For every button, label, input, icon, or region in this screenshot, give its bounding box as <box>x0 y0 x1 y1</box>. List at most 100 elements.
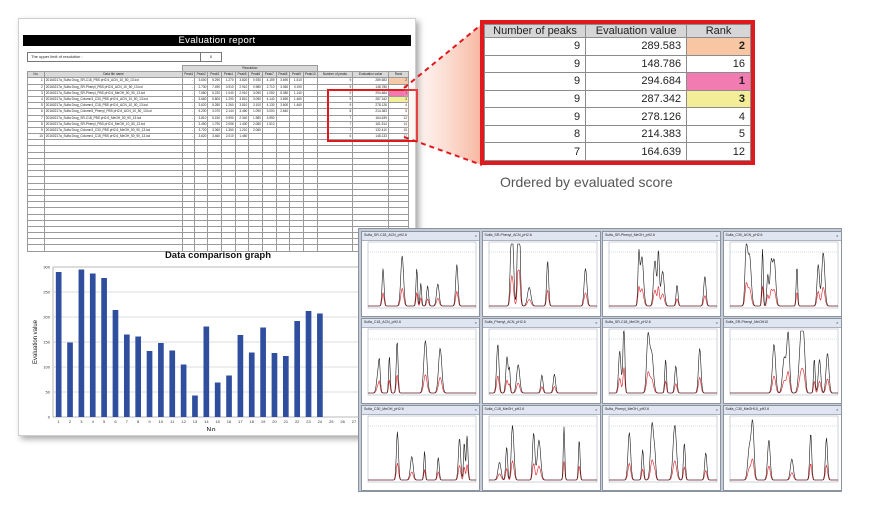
chromatogram-plot <box>367 241 477 309</box>
rank-cell: 1 <box>686 72 751 91</box>
close-icon[interactable]: × <box>716 407 718 412</box>
chromatogram-window[interactable]: Sulfa_SR-C18_MeOH_pH2.6 × <box>602 318 721 404</box>
rank-cell: 3 <box>686 89 751 109</box>
chromatogram-window[interactable]: Sulfa_SR-C18_ACN_pH2.6 × <box>361 231 480 317</box>
x-axis-label: No. <box>207 427 218 431</box>
chromatogram-window[interactable]: Sulfa_C30_MeOH_pH2.6 × <box>361 405 480 491</box>
peaks-cell: 8 <box>483 124 587 144</box>
x-tick-label: 26 <box>340 419 345 424</box>
x-tick-label: 11 <box>170 419 175 424</box>
bar <box>78 269 85 417</box>
score-cell: 294.684 <box>585 72 688 91</box>
score-cell: 278.126 <box>585 107 688 126</box>
window-title: Sulfa_Phenyl_MeOH_pH2.6 <box>605 407 649 411</box>
rank-cell: 5 <box>686 124 751 144</box>
bar <box>214 382 221 417</box>
score-cell: 214.383 <box>585 124 688 144</box>
chromatogram-plot <box>608 415 718 483</box>
x-tick-label: 20 <box>272 419 277 424</box>
y-tick-label: 250 <box>43 290 50 295</box>
peaks-cell: 9 <box>483 72 587 91</box>
window-title: Sulfa_SR-C18_MeOH_pH2.6 <box>605 320 651 324</box>
bar <box>294 321 301 417</box>
x-tick-label: 18 <box>250 419 255 424</box>
chromatogram-plot <box>488 328 597 396</box>
score-cell: 287.342 <box>585 89 688 109</box>
zoom-col-header: Rank <box>686 24 751 38</box>
x-tick-label: 5 <box>103 419 106 424</box>
chromatogram-plot <box>608 241 718 309</box>
close-icon[interactable]: × <box>836 407 838 412</box>
chromatogram-window[interactable]: Sulfa_Phenyl_ACN_pH2.6 × <box>481 318 601 404</box>
table-row[interactable]: 9 289.583 2 <box>483 37 751 56</box>
chromatogram-window[interactable]: Sulfa_C18_MeOH_pH2.6 × <box>481 405 601 491</box>
table-row[interactable]: 9 278.126 4 <box>483 107 751 126</box>
bar <box>135 336 142 417</box>
close-icon[interactable]: × <box>836 233 838 238</box>
x-tick-label: 19 <box>261 419 266 424</box>
chromatogram-plot <box>367 328 477 396</box>
y-tick-label: 150 <box>43 340 50 345</box>
x-tick-label: 1 <box>58 419 61 424</box>
close-icon[interactable]: × <box>595 233 597 238</box>
window-title: Sulfa_C30_MeOH10_pH2.6 <box>725 407 770 411</box>
chromatogram-window[interactable]: Sulfa_SR-Phenyl_MeOH_pH2.6 × <box>602 231 721 317</box>
close-icon[interactable]: × <box>475 407 477 412</box>
report-title: Evaluation report <box>23 35 411 46</box>
x-tick-label: 6 <box>114 419 117 424</box>
x-tick-label: 17 <box>238 419 243 424</box>
bar <box>67 342 73 417</box>
close-icon[interactable]: × <box>716 233 718 238</box>
x-tick-label: 4 <box>92 419 95 424</box>
close-icon[interactable]: × <box>836 320 838 325</box>
close-icon[interactable]: × <box>716 320 718 325</box>
bar <box>169 350 176 417</box>
bar <box>226 375 232 417</box>
chromatogram-window[interactable]: Sulfa_SR-Phenyl_MeOH10 × <box>722 318 842 404</box>
table-row[interactable]: 7 164.639 12 <box>483 142 751 161</box>
evaluation-report-sheet: Evaluation report The upper limit of res… <box>18 18 418 436</box>
chromatogram-plot <box>367 415 477 483</box>
report-col-header: Peak1 <box>182 71 195 79</box>
y-tick-label: 200 <box>43 315 50 320</box>
bar <box>317 313 323 417</box>
y-tick-label: 300 <box>43 265 50 270</box>
upper-limit-label: The upper limit of resolution : <box>31 54 83 59</box>
x-tick-label: 15 <box>215 419 220 424</box>
bar <box>180 364 187 417</box>
chromatogram-window[interactable]: Sulfa_C18_ACN_pH2.6 × <box>361 318 480 404</box>
upper-limit-value[interactable]: 0 <box>200 53 221 61</box>
bar <box>305 311 312 417</box>
window-title: Sulfa_C18_ACN_pH2.6 <box>364 320 401 324</box>
close-icon[interactable]: × <box>595 407 597 412</box>
chromatogram-window[interactable]: Sulfa_SR-Phenyl_ACN_pH2.6 × <box>481 231 601 317</box>
chromatogram-plot <box>488 241 597 309</box>
y-axis-label: Evaluation value <box>33 319 39 364</box>
chromatogram-plot <box>729 328 838 396</box>
bar <box>282 356 289 417</box>
bar <box>158 343 164 417</box>
window-title: Sulfa_C30_MeOH_pH2.6 <box>364 407 404 411</box>
chromatogram-window[interactable]: Sulfa_C30_ACN_pH2.6 × <box>722 231 842 317</box>
y-tick-label: 100 <box>43 365 50 370</box>
rank-cell: 12 <box>686 142 751 161</box>
table-row[interactable]: 9 287.342 3 <box>483 89 751 109</box>
close-icon[interactable]: × <box>475 320 477 325</box>
close-icon[interactable]: × <box>475 233 477 238</box>
chromatogram-window[interactable]: Sulfa_Phenyl_MeOH_pH2.6 × <box>602 405 721 491</box>
table-row[interactable]: 9 294.684 1 <box>483 72 751 91</box>
score-cell: 289.583 <box>585 37 688 56</box>
x-tick-label: 10 <box>159 419 164 424</box>
window-title: Sulfa_SR-Phenyl_MeOH_pH2.6 <box>605 233 655 237</box>
upper-limit-field[interactable]: The upper limit of resolution : 0 <box>27 52 222 62</box>
chromatogram-window[interactable]: Sulfa_C30_MeOH10_pH2.6 × <box>722 405 842 491</box>
close-icon[interactable]: × <box>595 320 597 325</box>
x-tick-label: 3 <box>80 419 83 424</box>
x-tick-label: 25 <box>329 419 334 424</box>
table-row[interactable]: 9 148.786 16 <box>483 54 751 74</box>
bar <box>55 272 62 417</box>
table-row[interactable]: 8 214.383 5 <box>483 124 751 144</box>
x-tick-label: 2 <box>69 419 72 424</box>
score-cell: 164.639 <box>585 142 688 161</box>
graph-title: Data comparison graph <box>164 250 272 261</box>
